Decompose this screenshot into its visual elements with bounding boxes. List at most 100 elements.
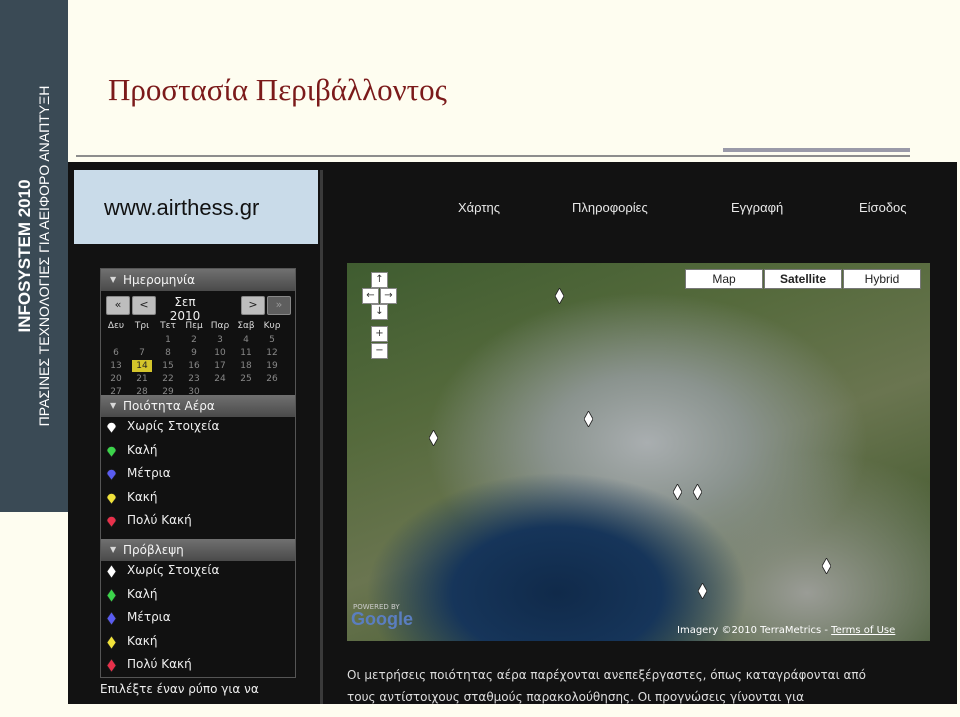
calendar-day[interactable]: 11 <box>236 347 256 359</box>
calendar-day[interactable]: 24 <box>210 373 230 385</box>
nav-register[interactable]: Εγγραφή <box>731 200 783 215</box>
station-marker-icon[interactable] <box>698 583 707 599</box>
air_quality-legend-label: Καλή <box>127 442 158 457</box>
weekday-label: Τετ <box>160 321 176 331</box>
nav-info[interactable]: Πληροφορίες <box>572 200 648 215</box>
calendar-day[interactable]: 6 <box>106 347 126 359</box>
calendar-day[interactable]: 22 <box>158 373 178 385</box>
air_quality-legend-label: Πολύ Κακή <box>127 513 192 527</box>
calendar-day[interactable]: 12 <box>262 347 282 359</box>
diamond-marker-icon <box>106 659 117 672</box>
air_quality-legend-label: Μέτρια <box>127 466 171 480</box>
forecast-legend-label: Πολύ Κακή <box>127 657 192 671</box>
title-divider <box>76 155 910 157</box>
air_quality-legend-label: Χωρίς Στοιχεία <box>127 419 220 433</box>
weekday-label: Παρ <box>210 321 230 331</box>
pan-down-button[interactable]: ↓ <box>371 304 388 320</box>
map-type-hybrid[interactable]: Hybrid <box>843 269 921 289</box>
calendar-day[interactable]: 3 <box>210 334 230 346</box>
side-band: INFOSYSTEM 2010 ΠΡΑΣΙΝΕΣ ΤΕΧΝΟΛΟΓΙΕΣ ΓΙΑ… <box>0 0 68 512</box>
map-pin-icon <box>106 422 117 434</box>
diamond-marker-icon <box>106 565 117 578</box>
calendar-day[interactable]: 17 <box>210 360 230 372</box>
calendar-day[interactable]: 5 <box>262 334 282 346</box>
calendar-day[interactable]: 18 <box>236 360 256 372</box>
forecast-legend-label: Κακή <box>127 633 158 648</box>
calendar-month: Σεπ 2010 <box>169 295 201 323</box>
collapse-triangle-icon: ▼ <box>110 545 117 554</box>
collapse-triangle-icon: ▼ <box>110 275 117 284</box>
map-pin-icon <box>106 445 117 457</box>
station-marker-icon[interactable] <box>693 484 702 500</box>
google-logo[interactable]: Google <box>351 609 413 630</box>
map-pin-icon <box>106 492 117 504</box>
terms-of-use-link[interactable]: Terms of Use <box>831 625 895 636</box>
air_quality-legend-label: Κακή <box>127 489 158 504</box>
weekday-label: Δευ <box>107 321 125 331</box>
site-logo[interactable]: www.airthess.gr <box>74 170 318 244</box>
map-attribution: Imagery ©2010 TerraMetrics - Terms of Us… <box>677 625 896 636</box>
weekday-label: Τρι <box>134 321 150 331</box>
airthess-screenshot: www.airthess.gr Χάρτης Πληροφορίες Εγγρα… <box>68 162 957 704</box>
calendar-day[interactable]: 2 <box>184 334 204 346</box>
calendar-day-selected[interactable]: 14 <box>132 360 152 372</box>
calendar-day[interactable]: 25 <box>236 373 256 385</box>
air-quality-section-header[interactable]: ▼ Ποιότητα Αέρα <box>101 395 295 417</box>
station-marker-icon[interactable] <box>822 558 831 574</box>
station-marker-icon[interactable] <box>673 484 682 500</box>
calendar-day[interactable]: 16 <box>184 360 204 372</box>
diamond-marker-icon <box>106 635 117 649</box>
satellite-map[interactable]: ↑ ← → ↓ + − Map Satellite Hybrid POWERED… <box>347 263 930 641</box>
date-section-header[interactable]: ▼ Ημερομηνία <box>101 269 295 291</box>
pan-up-button[interactable]: ↑ <box>371 272 388 288</box>
column-divider <box>320 170 323 704</box>
calendar-day[interactable]: 7 <box>132 347 152 359</box>
zoom-in-button[interactable]: + <box>371 326 388 342</box>
prev-month-button[interactable]: < <box>132 296 156 315</box>
calendar-day[interactable]: 15 <box>158 360 178 372</box>
calendar-day[interactable]: 1 <box>158 334 178 346</box>
next-year-button[interactable]: » <box>267 296 291 315</box>
map-pin-icon <box>106 469 117 481</box>
calendar-day[interactable]: 8 <box>158 347 178 359</box>
forecast-legend-label: Καλή <box>127 586 158 601</box>
prev-year-button[interactable]: « <box>106 296 130 315</box>
diamond-marker-icon <box>106 588 117 602</box>
calendar-day[interactable]: 10 <box>210 347 230 359</box>
station-marker-icon[interactable] <box>584 411 593 427</box>
calendar-day[interactable]: 23 <box>184 373 204 385</box>
map-pin-icon <box>106 516 117 528</box>
forecast-section-header[interactable]: ▼ Πρόβλεψη <box>101 539 295 561</box>
pan-right-button[interactable]: → <box>380 288 397 304</box>
forecast-legend-label: Χωρίς Στοιχεία <box>127 563 220 577</box>
description-line-2: τους αντίστοιχους σταθμούς παρακολούθηση… <box>347 690 805 704</box>
nav-login[interactable]: Είσοδος <box>859 200 907 215</box>
slide-title: Προστασία Περιβάλλοντος <box>108 72 447 107</box>
pan-left-button[interactable]: ← <box>362 288 379 304</box>
station-marker-icon[interactable] <box>429 430 438 446</box>
title-accent-bar <box>723 148 910 152</box>
map-type-map[interactable]: Map <box>685 269 763 289</box>
site-logo-text: www.airthess.gr <box>104 195 260 220</box>
map-type-satellite[interactable]: Satellite <box>764 269 842 289</box>
calendar-day[interactable]: 19 <box>262 360 282 372</box>
weekday-label: Κυρ <box>263 321 281 331</box>
nav-map[interactable]: Χάρτης <box>458 200 500 215</box>
weekday-label: Σαβ <box>237 321 255 331</box>
calendar-day[interactable]: 21 <box>132 373 152 385</box>
zoom-out-button[interactable]: − <box>371 343 388 359</box>
calendar-day[interactable]: 26 <box>262 373 282 385</box>
station-marker-icon[interactable] <box>555 288 564 304</box>
calendar-day[interactable]: 4 <box>236 334 256 346</box>
forecast-legend-label: Μέτρια <box>127 610 171 624</box>
next-month-button[interactable]: > <box>241 296 265 315</box>
description-line-1: Οι μετρήσεις ποιότητας αέρα παρέχονται α… <box>347 668 866 682</box>
calendar-day[interactable]: 13 <box>106 360 126 372</box>
side-band-text: INFOSYSTEM 2010 ΠΡΑΣΙΝΕΣ ΤΕΧΝΟΛΟΓΙΕΣ ΓΙΑ… <box>15 86 53 427</box>
collapse-triangle-icon: ▼ <box>110 401 117 410</box>
pollutant-hint: Επιλέξτε έναν ρύπο για να <box>100 682 259 696</box>
diamond-marker-icon <box>106 612 117 625</box>
calendar-day[interactable]: 20 <box>106 373 126 385</box>
sidebar: ▼ Ημερομηνία « < Σεπ 2010 > » Δευ Τρι Τε… <box>100 268 296 678</box>
calendar-day[interactable]: 9 <box>184 347 204 359</box>
